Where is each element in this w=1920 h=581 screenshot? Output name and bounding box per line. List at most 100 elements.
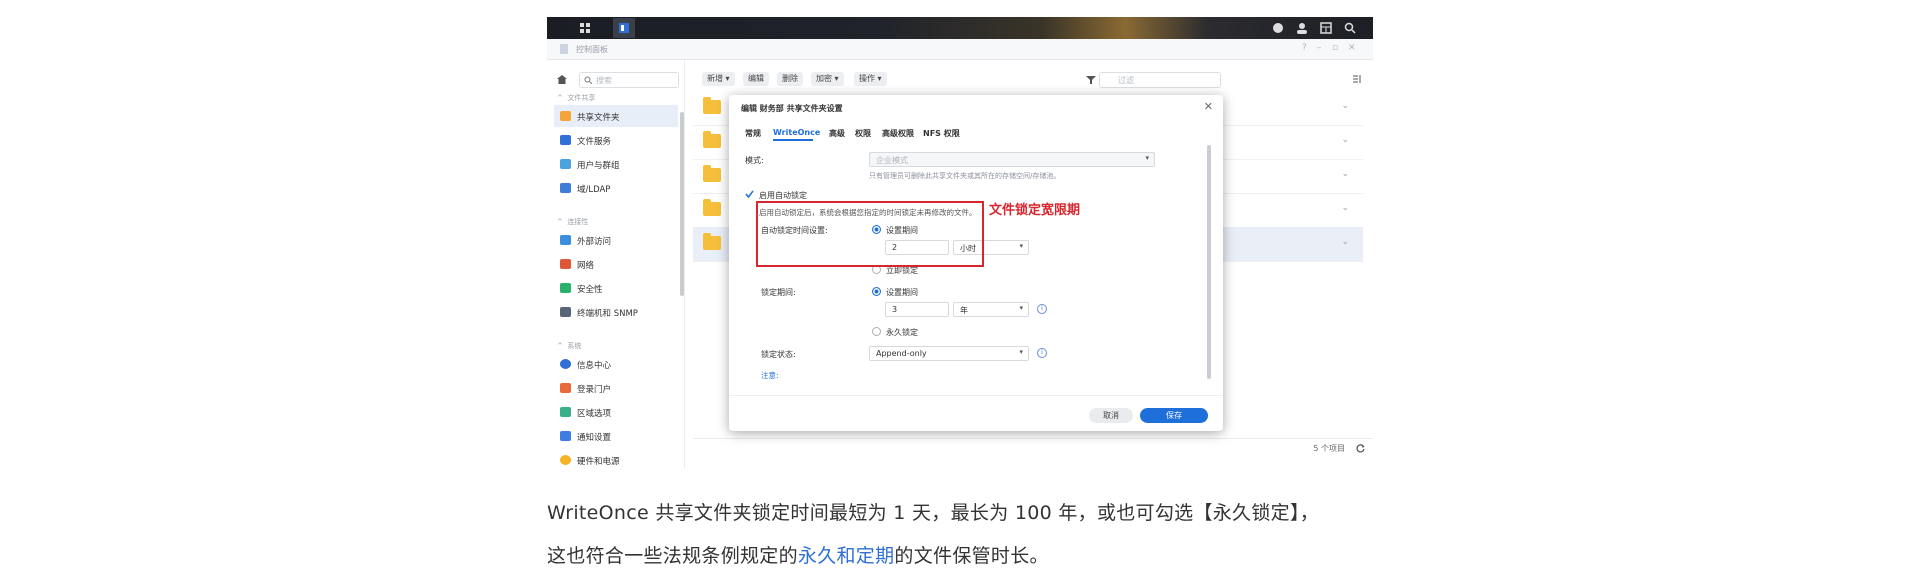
edit-shared-folder-dialog: 编辑 财务部 共享文件夹设置 ✕ 常规 WriteOnce 高级 权限 高级权限… (729, 95, 1223, 431)
sidebar-item-users-groups[interactable]: 用户与群组 (554, 153, 678, 175)
filter-icon (1086, 76, 1096, 84)
lock-period-unit-select[interactable]: 年 ▾ (953, 302, 1029, 317)
maximize-icon[interactable]: ▫ (1332, 43, 1338, 53)
sidebar-item-login-portal[interactable]: 登录门户 (554, 377, 678, 399)
domain-icon (560, 183, 571, 193)
encrypt-button[interactable]: 加密 ▾ (811, 72, 844, 86)
sidebar-item-info-center[interactable]: 信息中心 (554, 353, 678, 375)
external-access-icon (560, 235, 571, 245)
control-panel-taskbar-icon[interactable] (613, 18, 635, 38)
list-footer: 5 个项目 (693, 438, 1373, 459)
home-icon[interactable] (557, 75, 567, 84)
tab-advanced[interactable]: 高级 (829, 128, 845, 139)
folder-icon (703, 97, 721, 114)
tab-general[interactable]: 常规 (745, 128, 761, 139)
chevron-down-icon: ▾ (1019, 348, 1023, 356)
file-services-icon (560, 135, 571, 145)
apps-grid-icon[interactable] (574, 18, 596, 38)
user-icon[interactable] (1291, 18, 1313, 38)
chat-icon[interactable] (1267, 18, 1289, 38)
chevron-down-icon[interactable]: ⌄ (1341, 237, 1349, 247)
sidebar-scrollbar[interactable] (680, 112, 684, 296)
permanent-lock-radio[interactable] (872, 327, 881, 336)
sidebar-item-shared-folder[interactable]: 共享文件夹 (554, 105, 678, 127)
mode-select[interactable]: 企业模式 ▾ (869, 152, 1155, 167)
tab-permissions[interactable]: 权限 (855, 128, 871, 139)
dialog-scrollbar[interactable] (1207, 145, 1211, 379)
minimize-icon[interactable]: – (1317, 43, 1322, 53)
info-icon[interactable]: i (1037, 304, 1047, 314)
cancel-button[interactable]: 取消 (1089, 408, 1133, 423)
search-icon[interactable] (1339, 18, 1361, 38)
folder-icon (703, 165, 721, 182)
folder-icon (560, 111, 571, 121)
widgets-icon[interactable] (1315, 18, 1337, 38)
help-icon[interactable]: ? (1302, 43, 1307, 53)
sidebar-item-terminal-snmp[interactable]: 终端机和 SNMP (554, 301, 678, 323)
close-window-icon[interactable]: ✕ (1348, 43, 1356, 53)
sidebar-item-file-services[interactable]: 文件服务 (554, 129, 678, 151)
info-icon[interactable]: i (1037, 348, 1047, 358)
refresh-icon[interactable] (1356, 444, 1365, 453)
sort-icon[interactable] (1352, 74, 1362, 84)
article-paragraph-line-1: WriteOnce 共享文件夹锁定时间最短为 1 天，最长为 100 年，或也可… (547, 502, 1320, 524)
tab-advanced-permissions[interactable]: 高级权限 (882, 128, 914, 139)
power-icon (560, 455, 571, 465)
sidebar-item-security[interactable]: 安全性 (554, 277, 678, 299)
window-title: 控制面板 (576, 45, 608, 54)
edit-button[interactable]: 编辑 (743, 72, 769, 86)
auto-lock-checkbox-label: 启用自动锁定 (759, 191, 807, 200)
lock-period-value-input[interactable]: 3 (885, 302, 949, 317)
screenshot-image: 控制面板 ? – ▫ ✕ 搜索 ^ 文件共享 共享文件夹 文件服务 用户与群组 … (547, 17, 1373, 469)
chevron-down-icon[interactable]: ⌄ (1341, 169, 1349, 179)
sidebar-item-notification[interactable]: 通知设置 (554, 425, 678, 447)
dialog-title: 编辑 财务部 共享文件夹设置 (741, 104, 843, 113)
save-button[interactable]: 保存 (1140, 408, 1208, 423)
chevron-down-icon[interactable]: ⌄ (1341, 101, 1349, 111)
login-portal-icon (560, 383, 571, 393)
section-system[interactable]: ^ 系统 (557, 341, 581, 351)
chevron-down-icon: ▾ (1145, 154, 1149, 162)
sidebar-item-regional-options[interactable]: 区域选项 (554, 401, 678, 423)
lock-period-set-radio[interactable] (872, 287, 881, 296)
action-button[interactable]: 操作 ▾ (854, 72, 887, 86)
sidebar-item-external-access[interactable]: 外部访问 (554, 229, 678, 251)
sidebar-search-input[interactable]: 搜索 (579, 72, 679, 88)
lock-period-set-label: 设置期间 (886, 288, 918, 297)
regional-options-icon (560, 407, 571, 417)
window-titlebar: 控制面板 ? – ▫ ✕ (547, 39, 1373, 60)
section-file-sharing[interactable]: ^ 文件共享 (557, 93, 595, 103)
permanent-periodic-link[interactable]: 永久和定期 (798, 545, 895, 567)
chevron-down-icon: ▾ (1019, 304, 1023, 312)
sidebar-item-hardware-power[interactable]: 硬件和电源 (554, 449, 678, 469)
search-placeholder: 搜索 (596, 76, 612, 85)
sidebar-item-domain-ldap[interactable]: 域/LDAP (554, 177, 678, 199)
desktop-taskbar (547, 17, 1373, 39)
delete-button[interactable]: 删除 (777, 72, 803, 86)
section-connectivity[interactable]: ^ 连接性 (557, 217, 588, 227)
folder-icon (703, 233, 721, 250)
chevron-down-icon: ▾ (1019, 242, 1023, 250)
users-icon (560, 159, 571, 169)
sidebar: 搜索 ^ 文件共享 共享文件夹 文件服务 用户与群组 域/LDAP ^ 连接性 … (547, 60, 685, 469)
search-icon (584, 76, 592, 84)
tab-nfs-permissions[interactable]: NFS 权限 (923, 128, 960, 139)
annotation-label: 文件锁定宽限期 (989, 203, 1081, 218)
tab-writeonce[interactable]: WriteOnce (773, 128, 820, 137)
notification-icon (560, 431, 571, 441)
dialog-footer: 取消 保存 (729, 395, 1223, 432)
mode-hint: 只有管理员可删除此共享文件夹或其所在的存储空间/存储池。 (869, 172, 1061, 180)
lock-state-select[interactable]: Append-only ▾ (869, 346, 1029, 361)
sidebar-item-network[interactable]: 网络 (554, 253, 678, 275)
checkbox-checked-icon[interactable] (745, 190, 754, 198)
folder-icon (703, 131, 721, 148)
control-panel-icon (560, 44, 568, 54)
item-count: 5 个项目 (1313, 444, 1345, 453)
article-paragraph-line-2: 这也符合一些法规条例规定的永久和定期的文件保管时长。 (547, 545, 1049, 567)
chevron-down-icon[interactable]: ⌄ (1341, 135, 1349, 145)
network-icon (560, 259, 571, 269)
create-button[interactable]: 新增 ▾ (702, 72, 735, 86)
chevron-down-icon[interactable]: ⌄ (1341, 203, 1349, 213)
close-icon[interactable]: ✕ (1204, 100, 1213, 113)
filter-input[interactable]: 过滤 (1086, 72, 1221, 88)
